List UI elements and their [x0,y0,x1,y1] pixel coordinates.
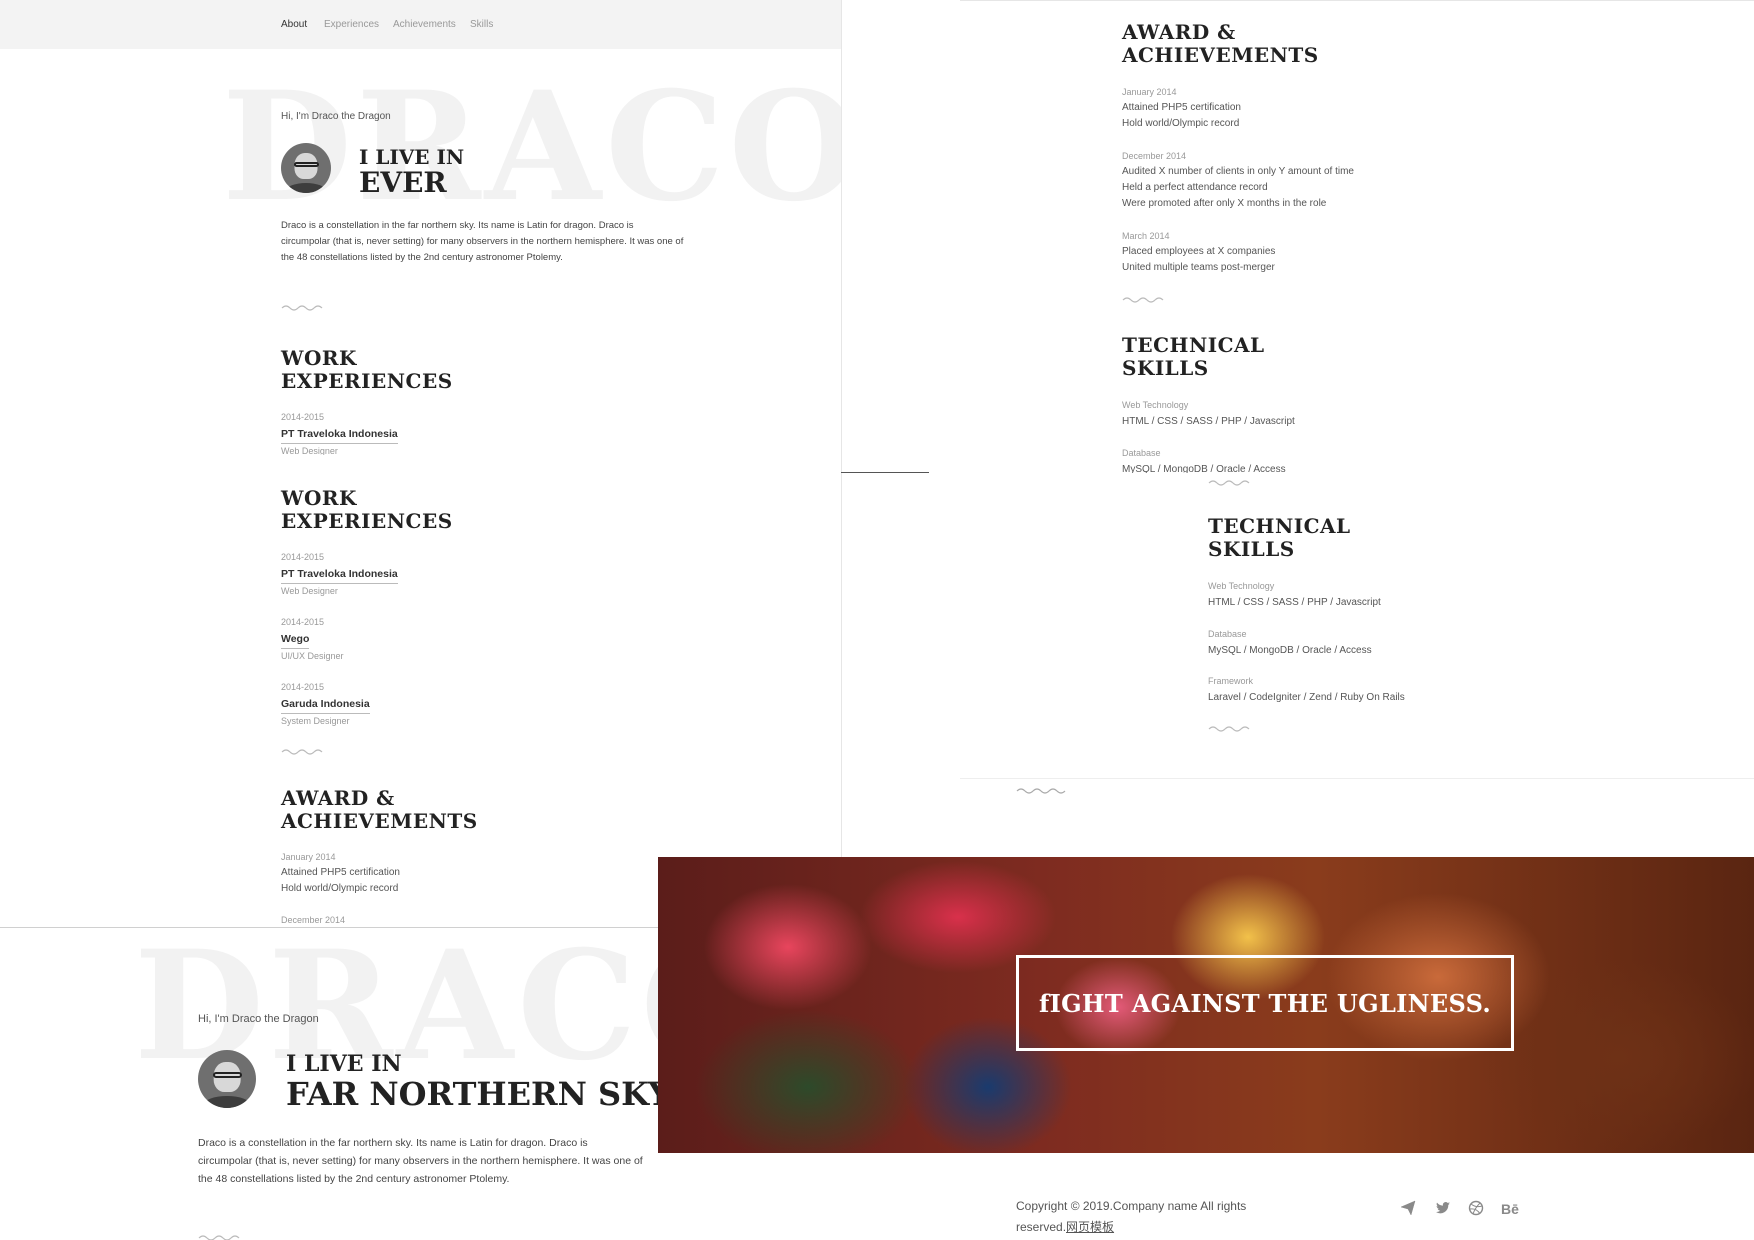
skill-label: Web Technology [1122,400,1189,410]
award-date: December 2014 [281,915,346,925]
job-years: 2014-2015 [281,552,325,562]
skills-title: TECHNICAL SKILLS [1208,514,1351,561]
nav-experiences[interactable]: Experiences [324,19,379,30]
hero-line2: EVER [359,166,447,199]
hero-line1: I LIVE IN [286,1051,402,1077]
skill-value: HTML / CSS / SASS / PHP / Javascript [1208,597,1381,608]
skill-value: Laravel / CodeIgniter / Zend / Ruby On R… [1208,692,1405,703]
avatar [281,143,331,193]
skill-label: Database [1122,448,1161,458]
award-item: Attained PHP5 certification [281,867,400,878]
footer-link[interactable]: 网页模板 [1066,1220,1114,1234]
hero-description: Draco is a constellation in the far nort… [198,1137,643,1185]
nav-about[interactable]: About [281,19,307,30]
job-years: 2014-2015 [281,682,325,692]
hero-greeting: Hi, I'm Draco the Dragon [281,111,391,122]
awards-title: AWARD & ACHIEVEMENTS [281,786,478,833]
panel-top-right: AWARD & ACHIEVEMENTS January 2014 Attaine… [960,0,1754,473]
skill-value: MySQL / MongoDB / Oracle / Access [1208,645,1372,656]
award-item: Attained PHP5 certification [1122,102,1241,113]
divider-squiggle [1122,297,1164,303]
banner-frame: fIGHT AGAINST THE UGLINESS. [1016,955,1514,1051]
top-nav: About Experiences Achievements Skills [0,0,841,49]
hero-description: Draco is a constellation in the far nort… [281,220,684,263]
award-item: Placed employees at X companies [1122,246,1276,257]
separator-line [841,472,929,473]
work-title: WORK EXPERIENCES [281,486,453,533]
paper-plane-icon[interactable] [1399,1200,1417,1218]
divider-squiggle [281,305,323,311]
divider-squiggle [1016,788,1066,794]
hero-greeting: Hi, I'm Draco the Dragon [198,1013,319,1025]
award-item: Hold world/Olympic record [1122,118,1240,129]
skill-label: Web Technology [1208,581,1275,591]
award-item: Were promoted after only X months in the… [1122,198,1327,209]
award-item: Held a perfect attendance record [1122,182,1268,193]
panel-top-left: About Experiences Achievements Skills DR… [0,0,842,456]
award-item: Audited X number of clients in only Y am… [1122,166,1354,177]
banner-image: fIGHT AGAINST THE UGLINESS. [658,857,1754,1153]
job-role: System Designer [281,716,350,726]
job-company[interactable]: Wego [281,633,310,649]
skills-title: TECHNICAL SKILLS [1122,333,1265,380]
work-title: WORK EXPERIENCES [281,346,453,393]
panel-bottom-left: DRACO Hi, I'm Draco the Dragon I LIVE IN… [0,943,658,1240]
award-date: March 2014 [1122,231,1170,241]
dribbble-icon[interactable] [1467,1200,1485,1218]
job-role: UI/UX Designer [281,651,344,661]
divider-squiggle [281,749,323,755]
skill-label: Database [1208,629,1247,639]
award-item: Hold world/Olympic record [281,883,399,894]
job-years: 2014-2015 [281,617,325,627]
divider-squiggle [1208,726,1250,732]
divider-squiggle [198,1235,240,1240]
job-company[interactable]: PT Traveloka Indonesia [281,568,398,584]
award-date: January 2014 [281,852,336,862]
divider-squiggle [1208,480,1250,486]
panel-middle-right: TECHNICAL SKILLS Web Technology HTML / CS… [960,473,1754,779]
skill-label: Framework [1208,676,1254,686]
awards-title: AWARD & ACHIEVEMENTS [1122,20,1319,67]
nav-skills[interactable]: Skills [470,19,493,30]
award-date: January 2014 [1122,87,1177,97]
banner-text: fIGHT AGAINST THE UGLINESS. [1038,988,1492,1018]
footer-copyright: Copyright © 2019.Company name All rights… [1016,1199,1247,1234]
twitter-icon[interactable] [1434,1200,1452,1218]
nav-achievements[interactable]: Achievements [393,19,456,30]
award-item: United multiple teams post-merger [1122,262,1275,273]
job-company[interactable]: PT Traveloka Indonesia [281,428,398,444]
skill-value: MySQL / MongoDB / Oracle / Access [1122,464,1286,473]
skill-value: HTML / CSS / SASS / PHP / Javascript [1122,416,1295,427]
hero-line2: FAR NORTHERN SKY [286,1075,658,1113]
job-company[interactable]: Garuda Indonesia [281,698,370,714]
avatar [198,1050,256,1108]
job-role: Web Designer [281,586,338,596]
award-date: December 2014 [1122,151,1187,161]
job-years: 2014-2015 [281,412,325,422]
behance-icon[interactable]: Bē [1499,1200,1521,1218]
